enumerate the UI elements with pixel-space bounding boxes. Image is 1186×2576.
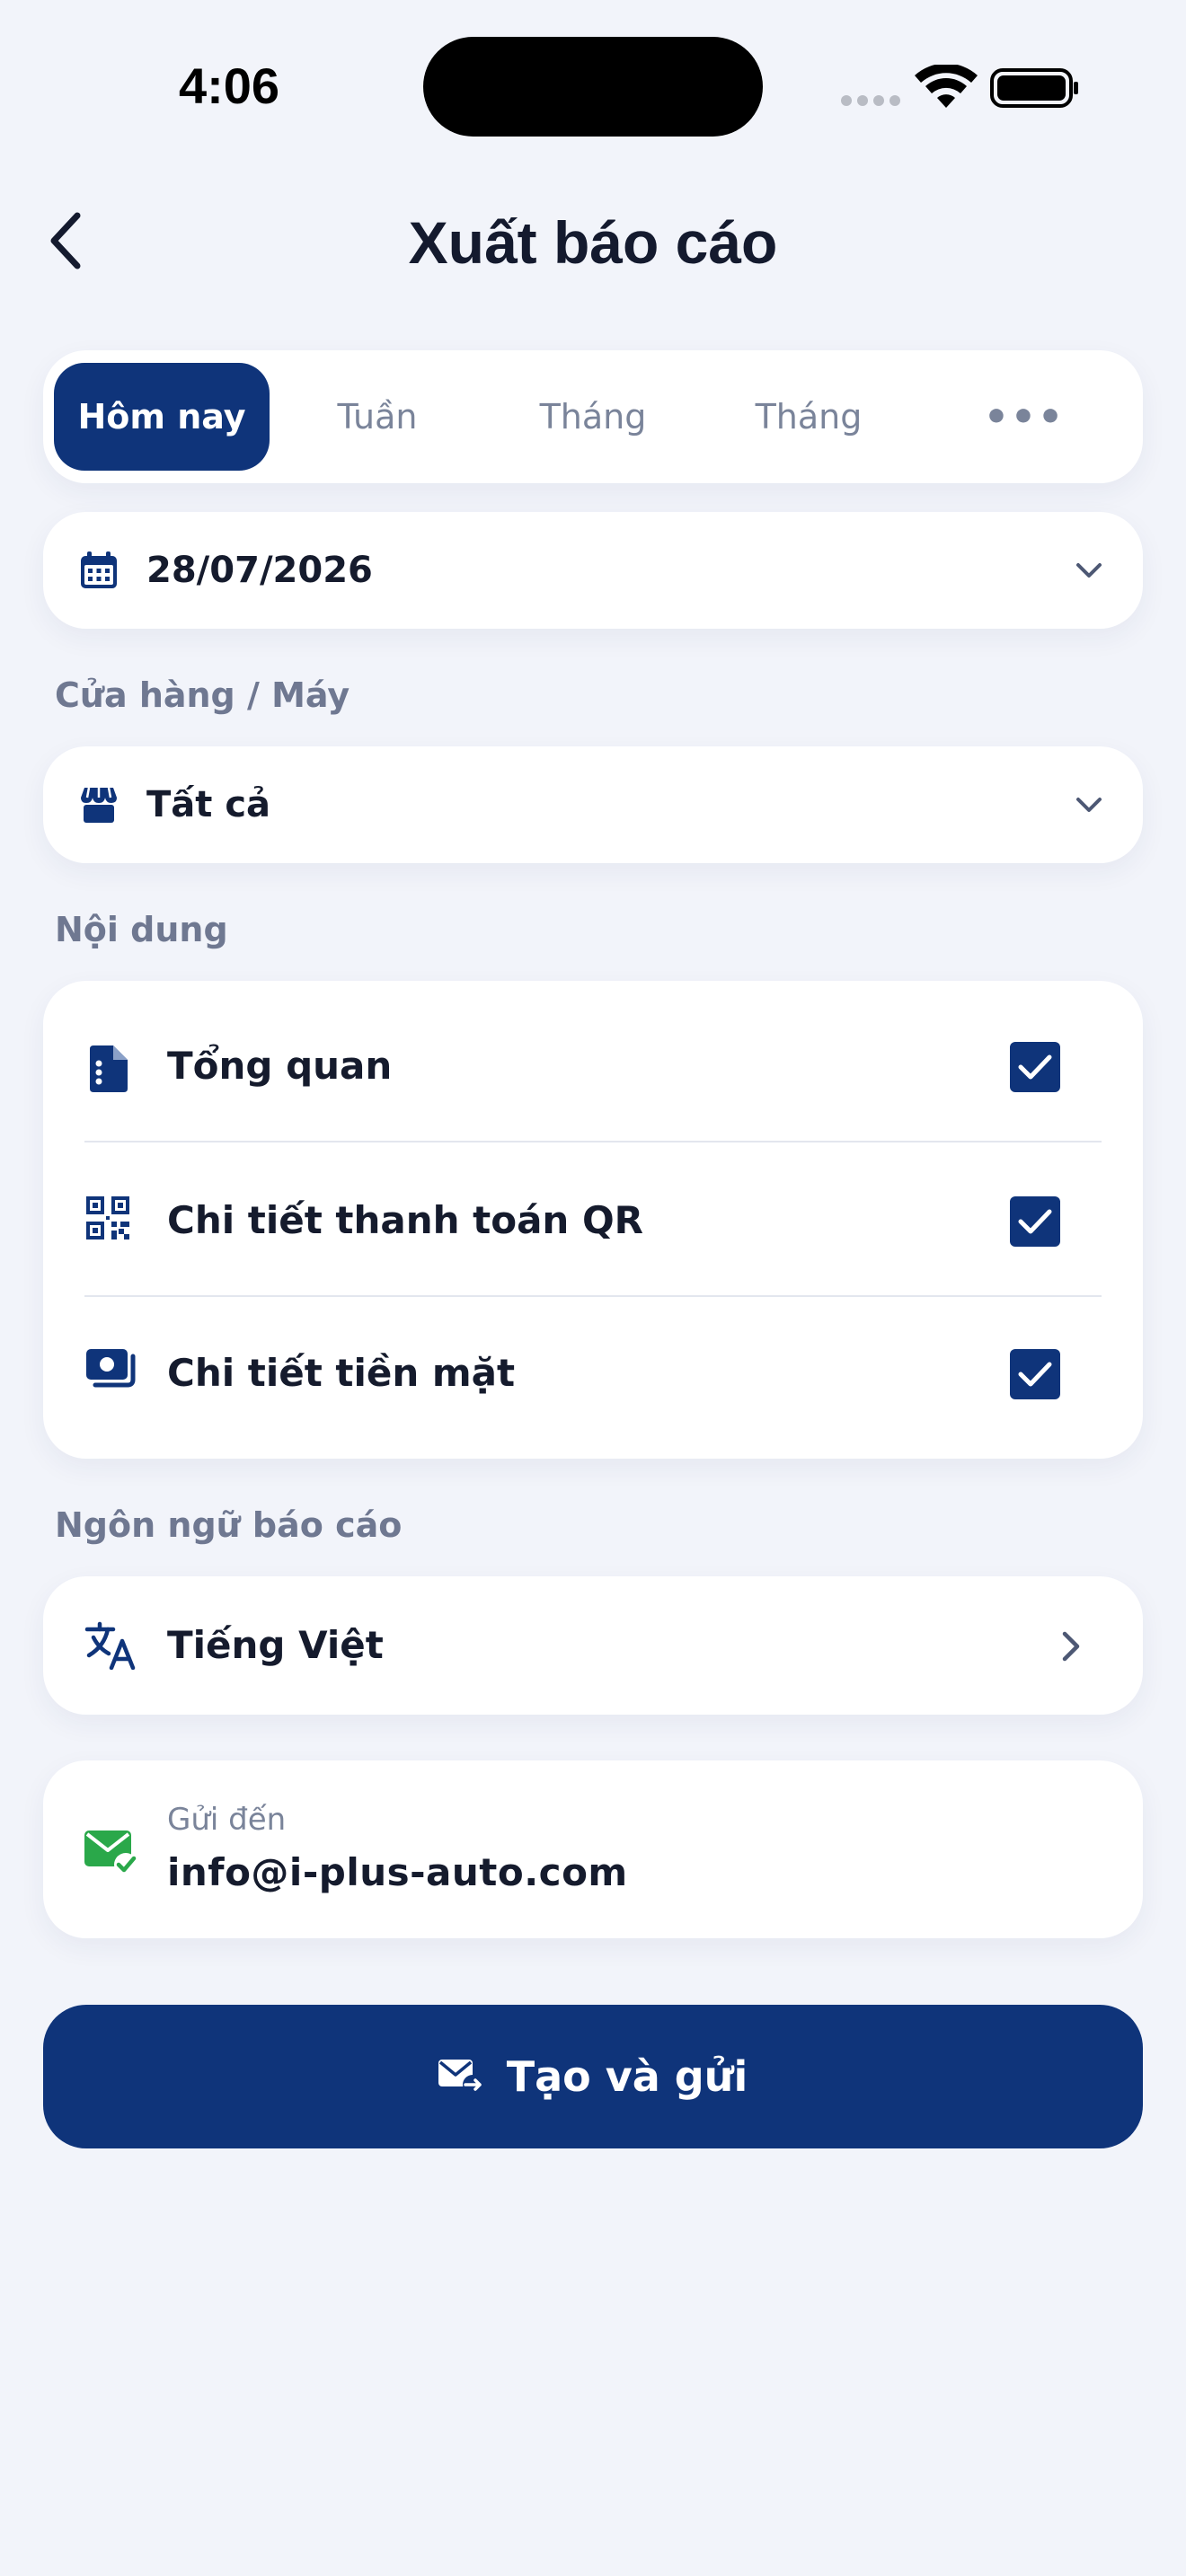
store-section-label: Cửa hàng / Máy <box>55 675 350 715</box>
store-value: Tất cả <box>146 784 271 825</box>
overview-checkbox[interactable] <box>1010 1042 1060 1092</box>
content-section-label: Nội dung <box>55 910 228 949</box>
cash-details-checkbox[interactable] <box>1010 1349 1060 1399</box>
cash-icon <box>86 1349 136 1388</box>
date-value: 28/07/2026 <box>146 550 373 591</box>
qr-code-icon <box>86 1196 129 1239</box>
store-icon <box>81 787 117 823</box>
translate-icon <box>84 1621 136 1670</box>
email-caption: Gửi đến <box>167 1802 287 1838</box>
wifi-icon <box>915 63 978 108</box>
tab-month-2[interactable]: Tháng <box>701 363 916 471</box>
list-item[interactable]: Chi tiết tiền mặt <box>43 1297 1143 1450</box>
language-value: Tiếng Việt <box>167 1623 384 1667</box>
content-options: Tổng quan Chi tiết thanh toán QR Chi tiế… <box>43 981 1143 1459</box>
list-item[interactable]: Tổng quan <box>43 981 1143 1134</box>
submit-label: Tạo và gửi <box>506 2052 748 2101</box>
content-item-label: Chi tiết tiền mặt <box>167 1351 516 1395</box>
chevron-right-icon <box>1062 1631 1080 1662</box>
battery-icon <box>990 68 1078 108</box>
tab-more[interactable]: ••• <box>916 363 1132 471</box>
email-value: info@i-plus-auto.com <box>167 1850 628 1894</box>
tab-month[interactable]: Tháng <box>485 363 701 471</box>
content-item-label: Tổng quan <box>167 1044 393 1088</box>
export-report-screen: 4:06 Xuất báo cáo Hôm nay Tuần Tháng Thá… <box>0 0 1186 2576</box>
mail-check-icon <box>84 1831 137 1875</box>
checkmark-icon <box>1018 1362 1052 1387</box>
dynamic-island <box>423 37 763 137</box>
content-item-label: Chi tiết thanh toán QR <box>167 1198 643 1242</box>
checkmark-icon <box>1018 1209 1052 1234</box>
document-icon <box>90 1045 128 1092</box>
cellular-signal-icon <box>841 95 900 106</box>
period-tabs: Hôm nay Tuần Tháng Tháng ••• <box>43 350 1143 483</box>
store-select[interactable]: Tất cả <box>43 746 1143 863</box>
recipient-card[interactable]: Gửi đến info@i-plus-auto.com <box>43 1760 1143 1938</box>
tab-today[interactable]: Hôm nay <box>54 363 270 471</box>
chevron-down-icon <box>1076 563 1102 578</box>
language-section-label: Ngôn ngữ báo cáo <box>55 1505 403 1545</box>
qr-details-checkbox[interactable] <box>1010 1196 1060 1247</box>
create-and-send-button[interactable]: Tạo và gửi <box>43 2005 1143 2148</box>
status-time: 4:06 <box>178 57 280 114</box>
page-title: Xuất báo cáo <box>408 209 778 276</box>
checkmark-icon <box>1018 1054 1052 1080</box>
send-mail-icon <box>438 2058 483 2095</box>
language-select[interactable]: Tiếng Việt <box>43 1576 1143 1715</box>
tab-week[interactable]: Tuần <box>270 363 485 471</box>
list-item[interactable]: Chi tiết thanh toán QR <box>43 1142 1143 1295</box>
status-icons <box>837 63 1080 113</box>
chevron-down-icon <box>1076 798 1102 812</box>
calendar-icon <box>81 551 117 588</box>
date-select[interactable]: 28/07/2026 <box>43 512 1143 629</box>
